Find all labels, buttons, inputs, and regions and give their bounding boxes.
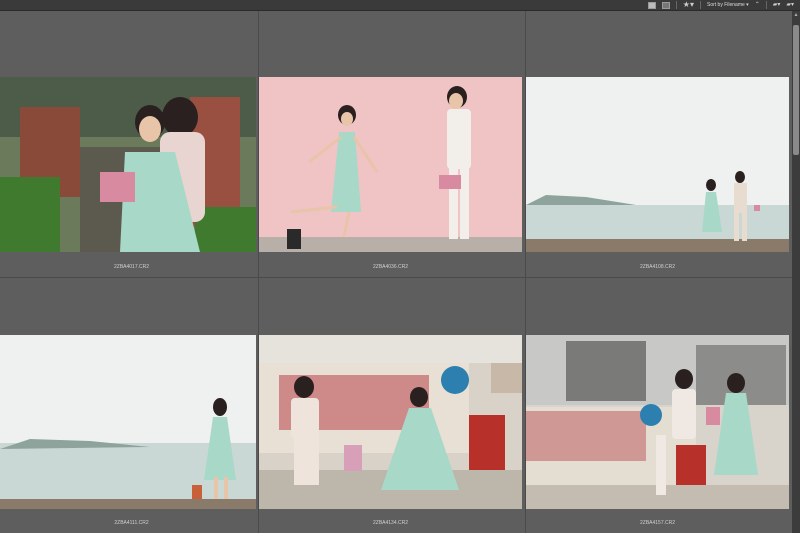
thumbnail-filename: 2ZBA4111.CR2 bbox=[114, 520, 149, 526]
open-recent-icon[interactable]: ▰▾ bbox=[786, 0, 794, 10]
sort-label: Sort by Filename bbox=[706, 2, 745, 8]
thumbnail-item[interactable] bbox=[0, 335, 256, 509]
thumbnail-filename: 2ZBA4036.CR2 bbox=[372, 264, 409, 270]
grid-view-icon[interactable] bbox=[647, 1, 656, 9]
photo-pink-wall bbox=[259, 77, 522, 252]
thumbnail-filename: 2ZBA4157.CR2 bbox=[639, 520, 676, 526]
thumbnail-filename: 2ZBA4017.CR2 bbox=[113, 264, 150, 270]
scroll-up-icon[interactable]: ▴ bbox=[792, 11, 800, 19]
thumbnail-item[interactable] bbox=[259, 77, 522, 252]
divider bbox=[699, 1, 701, 9]
thumbnail-filename: 2ZBA4134.CR2 bbox=[372, 520, 409, 526]
list-view-icon[interactable] bbox=[661, 1, 670, 9]
thumbnail-item[interactable] bbox=[526, 77, 789, 252]
photo-cafe-couple-2 bbox=[526, 335, 789, 509]
star-icon[interactable]: ★▾ bbox=[683, 0, 694, 10]
photo-couple-embrace bbox=[0, 77, 256, 252]
thumbnail-filename: 2ZBA4108.CR2 bbox=[639, 264, 676, 270]
toolbar: ★▾ Sort by Filename ▾ ⌃ ▰▾ ▰▾ bbox=[0, 0, 800, 11]
photo-girl-seaside bbox=[0, 335, 256, 509]
thumbnail-item[interactable] bbox=[526, 335, 789, 509]
scroll-thumb[interactable] bbox=[793, 25, 799, 155]
photo-seaside-couple bbox=[526, 77, 789, 252]
photo-cafe-couple bbox=[259, 335, 522, 509]
thumbnail-item[interactable] bbox=[259, 335, 522, 509]
divider bbox=[675, 1, 677, 9]
sort-dropdown[interactable]: Sort by Filename ▾ bbox=[707, 0, 749, 10]
thumbnail-item[interactable] bbox=[0, 77, 256, 252]
row-divider bbox=[0, 277, 792, 278]
vertical-scrollbar[interactable]: ▴ bbox=[792, 11, 800, 533]
divider bbox=[765, 1, 767, 9]
new-folder-icon[interactable]: ▰▾ bbox=[773, 0, 781, 10]
toolbar-controls: ★▾ Sort by Filename ▾ ⌃ ▰▾ ▰▾ bbox=[647, 0, 794, 10]
ascending-icon[interactable]: ⌃ bbox=[755, 0, 760, 10]
